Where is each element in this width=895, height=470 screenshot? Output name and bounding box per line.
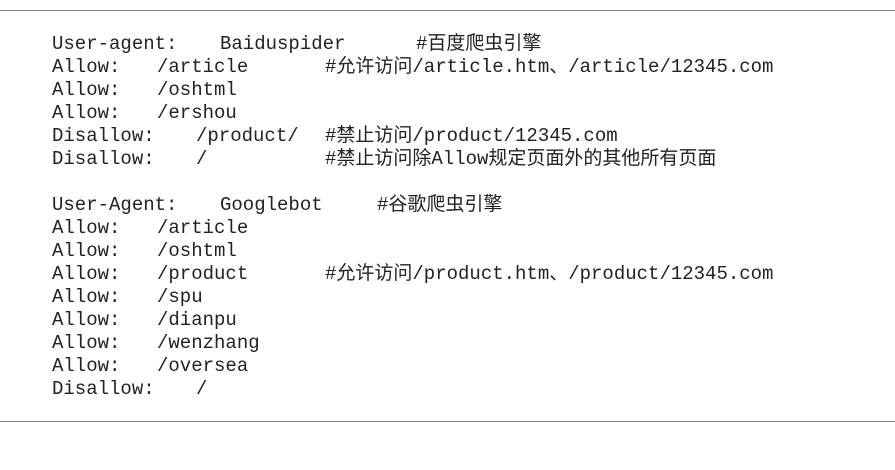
useragent-line: User-Agent: Googlebot #谷歌爬虫引擎 xyxy=(52,194,882,217)
directive-line: Allow: /oshtml xyxy=(52,79,882,102)
directive-value: Baiduspider xyxy=(220,33,346,55)
top-rule xyxy=(0,10,895,11)
directive-key: Allow: xyxy=(52,217,121,239)
directive-line: Allow: /article xyxy=(52,217,882,240)
directive-key: Allow: xyxy=(52,286,121,308)
directive-value: / xyxy=(196,378,208,400)
comment: #禁止访问/product/12345.com xyxy=(325,125,618,147)
directive-key: User-Agent: xyxy=(52,194,178,216)
directive-key: Allow: xyxy=(52,355,121,377)
comment: #允许访问/article.htm、/article/12345.com xyxy=(325,56,774,78)
directive-key: Allow: xyxy=(52,263,121,285)
directive-line: Allow: /oshtml xyxy=(52,240,882,263)
directive-key: Disallow: xyxy=(52,148,155,170)
directive-value: /dianpu xyxy=(157,309,237,331)
directive-key: Disallow: xyxy=(52,125,155,147)
directive-key: Allow: xyxy=(52,309,121,331)
directive-value: /article xyxy=(157,217,249,239)
useragent-line: User-agent: Baiduspider #百度爬虫引擎 xyxy=(52,33,882,56)
directive-line: Allow: /oversea xyxy=(52,355,882,378)
directive-value: /oshtml xyxy=(157,240,237,262)
directive-key: Allow: xyxy=(52,102,121,124)
directive-line: Allow: /article #允许访问/article.htm、/artic… xyxy=(52,56,882,79)
directive-line: Disallow: / xyxy=(52,378,882,401)
directive-value: /article xyxy=(157,56,249,78)
bottom-rule xyxy=(0,421,895,422)
directive-line: Disallow: / #禁止访问除Allow规定页面外的其他所有页面 xyxy=(52,148,882,171)
directive-value: /wenzhang xyxy=(157,332,260,354)
directive-key: Allow: xyxy=(52,332,121,354)
directive-value: Googlebot xyxy=(220,194,323,216)
directive-value: /ershou xyxy=(157,102,237,124)
robots-txt-code-block: User-agent: Baiduspider #百度爬虫引擎 Allow: /… xyxy=(52,33,882,401)
directive-value: /oversea xyxy=(157,355,249,377)
directive-key: Allow: xyxy=(52,79,121,101)
directive-value: / xyxy=(196,148,208,170)
comment: #允许访问/product.htm、/product/12345.com xyxy=(325,263,774,285)
comment: #禁止访问除Allow规定页面外的其他所有页面 xyxy=(325,148,717,170)
directive-value: /product xyxy=(157,263,249,285)
directive-line: Allow: /product #允许访问/product.htm、/produ… xyxy=(52,263,882,286)
directive-line: Disallow: /product/ #禁止访问/product/12345.… xyxy=(52,125,882,148)
directive-key: User-agent: xyxy=(52,33,178,55)
comment: #谷歌爬虫引擎 xyxy=(377,194,503,216)
directive-key: Disallow: xyxy=(52,378,155,400)
directive-value: /oshtml xyxy=(157,79,237,101)
directive-value: /spu xyxy=(157,286,203,308)
comment: #百度爬虫引擎 xyxy=(416,33,542,55)
directive-key: Allow: xyxy=(52,240,121,262)
directive-line: Allow: /wenzhang xyxy=(52,332,882,355)
directive-line: Allow: /ershou xyxy=(52,102,882,125)
directive-line: Allow: /dianpu xyxy=(52,309,882,332)
directive-line: Allow: /spu xyxy=(52,286,882,309)
directive-key: Allow: xyxy=(52,56,121,78)
directive-value: /product/ xyxy=(196,125,299,147)
